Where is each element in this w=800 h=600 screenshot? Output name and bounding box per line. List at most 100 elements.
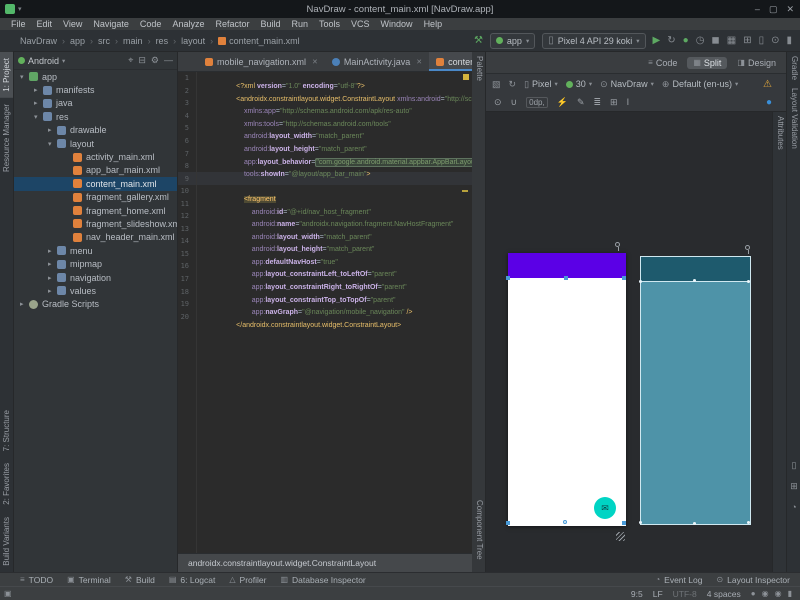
- panel-header-icon[interactable]: —: [164, 55, 173, 66]
- theme-menu[interactable]: ⊙ NavDraw ▾: [600, 79, 654, 90]
- tree-row[interactable]: ▸ mipmap: [14, 257, 177, 270]
- expand-arrow-icon[interactable]: ▾: [20, 73, 29, 81]
- palette-tab[interactable]: Palette: [472, 52, 487, 85]
- constraint-tool-icon[interactable]: ⚡: [557, 97, 568, 108]
- selection-handle[interactable]: [622, 521, 626, 525]
- code-editor[interactable]: 1 <?xml version="1.0" encoding="utf-8"?>…: [178, 72, 472, 553]
- file-encoding[interactable]: UTF-8: [673, 589, 697, 599]
- tool-window-tab[interactable]: Layout Validation: [787, 84, 800, 153]
- expand-arrow-icon[interactable]: ▸: [48, 126, 57, 134]
- selection-handle[interactable]: [639, 280, 642, 283]
- toolbar-icon[interactable]: ⊙: [771, 36, 779, 46]
- tree-row[interactable]: ▸ Gradle Scripts: [14, 298, 177, 311]
- toolbar-icon[interactable]: ▦: [727, 36, 736, 46]
- constraint-tool-icon[interactable]: I: [627, 97, 630, 108]
- tree-row[interactable]: ▸ navigation: [14, 271, 177, 284]
- indent-setting[interactable]: 4 spaces: [707, 589, 741, 599]
- stop-button[interactable]: ◼: [711, 36, 719, 46]
- tree-row[interactable]: ▾ app: [14, 70, 177, 83]
- toolbar-icon[interactable]: ▮: [786, 36, 792, 46]
- selection-handle[interactable]: [506, 521, 510, 525]
- apply-changes-button[interactable]: ↻: [667, 36, 675, 46]
- tool-strip-icon[interactable]: ⊞: [790, 481, 798, 492]
- pin-icon[interactable]: [745, 245, 750, 250]
- menu-item[interactable]: Code: [135, 19, 167, 29]
- breadcrumb-item[interactable]: app: [57, 36, 85, 46]
- tree-row[interactable]: ▾ res: [14, 110, 177, 123]
- tree-row[interactable]: content_main.xml: [14, 177, 177, 190]
- tool-window-button[interactable]: ▤ 6: Logcat: [169, 575, 216, 585]
- expand-arrow-icon[interactable]: ▸: [34, 86, 43, 94]
- mode-button[interactable]: ≡ Code: [642, 57, 683, 69]
- tool-window-button[interactable]: ⚒ Build: [125, 575, 155, 585]
- menu-item[interactable]: VCS: [346, 19, 375, 29]
- warning-icon[interactable]: ⚠: [763, 79, 772, 90]
- tree-row[interactable]: app_bar_main.xml: [14, 164, 177, 177]
- tree-row[interactable]: fragment_gallery.xml: [14, 191, 177, 204]
- device-menu[interactable]: ▯ Pixel ▾: [524, 79, 558, 90]
- tree-row[interactable]: fragment_home.xml: [14, 204, 177, 217]
- menu-item[interactable]: Build: [255, 19, 285, 29]
- menu-item[interactable]: Run: [287, 19, 314, 29]
- menu-item[interactable]: View: [58, 19, 87, 29]
- panel-header-icon[interactable]: ⌖: [128, 55, 133, 66]
- expand-arrow-icon[interactable]: ▸: [48, 247, 57, 255]
- editor-tab[interactable]: MainActivity.java ✕: [325, 52, 429, 71]
- close-icon[interactable]: ✕: [312, 58, 318, 66]
- caret-position[interactable]: 9:5: [631, 589, 643, 599]
- minimize-button[interactable]: –: [755, 4, 760, 14]
- warning-indicator-icon[interactable]: [463, 74, 469, 80]
- toolbar-icon[interactable]: ▯: [759, 36, 765, 46]
- chevron-down-icon[interactable]: ▾: [18, 5, 22, 13]
- expand-arrow-icon[interactable]: ▸: [20, 300, 29, 308]
- menu-item[interactable]: Tools: [314, 19, 345, 29]
- design-surface-icon[interactable]: ▧: [492, 79, 501, 90]
- run-button[interactable]: ▶: [653, 36, 661, 46]
- line-separator[interactable]: LF: [653, 589, 663, 599]
- tool-window-tab[interactable]: 7: Structure: [0, 404, 13, 457]
- status-icon[interactable]: ●: [751, 589, 756, 598]
- design-canvas[interactable]: ✉: [486, 112, 772, 572]
- appbar-view[interactable]: [508, 253, 626, 278]
- mode-button[interactable]: ▦ Split: [687, 57, 727, 69]
- breadcrumb-item[interactable]: content_main.xml: [205, 36, 300, 46]
- selection-handle[interactable]: [506, 276, 510, 280]
- constraint-tool-icon[interactable]: ≣: [593, 97, 601, 108]
- close-button[interactable]: ✕: [786, 4, 794, 15]
- menu-item[interactable]: File: [6, 19, 31, 29]
- appbar-blueprint-view[interactable]: [641, 257, 750, 282]
- breadcrumb-item[interactable]: main: [110, 36, 143, 46]
- breadcrumb-item[interactable]: NavDraw: [20, 36, 57, 46]
- issues-panel-icon[interactable]: ●: [766, 97, 772, 108]
- component-tree-tab[interactable]: Component Tree: [472, 496, 487, 564]
- expand-arrow-icon[interactable]: ▸: [48, 260, 57, 268]
- selection-handle[interactable]: [693, 522, 696, 525]
- tool-window-tab[interactable]: 1: Project: [0, 52, 13, 98]
- build-hammer-icon[interactable]: ⚒: [474, 36, 483, 46]
- expand-arrow-icon[interactable]: ▸: [48, 274, 57, 282]
- constraint-tool-icon[interactable]: ∪: [511, 97, 518, 108]
- tree-row[interactable]: ▾ layout: [14, 137, 177, 150]
- tree-row[interactable]: ▸ java: [14, 97, 177, 110]
- design-preview[interactable]: ✉: [508, 253, 626, 526]
- debug-button[interactable]: ●: [683, 36, 689, 46]
- breadcrumb-item[interactable]: res: [143, 36, 169, 46]
- editor-tab[interactable]: mobile_navigation.xml ✕: [198, 52, 325, 71]
- resize-handle-icon[interactable]: [616, 532, 625, 541]
- selection-handle[interactable]: [693, 279, 696, 282]
- tool-window-button[interactable]: ≡ TODO: [20, 575, 53, 585]
- run-configuration-select[interactable]: app ▾: [490, 33, 535, 49]
- selection-handle[interactable]: [564, 276, 568, 280]
- constraint-tool-icon[interactable]: 0dp,: [526, 97, 548, 108]
- profiler-button[interactable]: ◷: [696, 36, 705, 46]
- constraint-tool-icon[interactable]: ⊞: [610, 97, 618, 108]
- toolbar-icon[interactable]: ⊞: [743, 36, 751, 46]
- menu-item[interactable]: Refactor: [210, 19, 254, 29]
- expand-arrow-icon[interactable]: ▾: [34, 113, 43, 121]
- tree-row[interactable]: ▸ drawable: [14, 124, 177, 137]
- constraint-tool-icon[interactable]: ✎: [577, 97, 585, 108]
- constraint-tool-icon[interactable]: ⊙: [494, 97, 502, 108]
- maximize-button[interactable]: ▢: [769, 4, 778, 15]
- menu-item[interactable]: Analyze: [167, 19, 209, 29]
- expand-arrow-icon[interactable]: ▾: [48, 140, 57, 148]
